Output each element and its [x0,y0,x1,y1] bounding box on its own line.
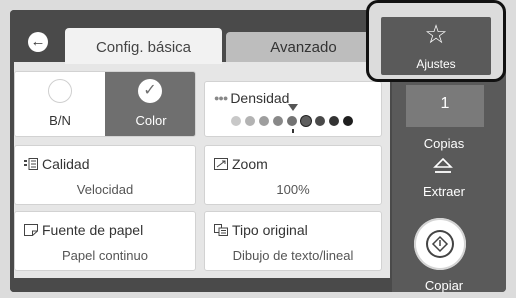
check-icon: ✓ [138,79,162,103]
back-button[interactable]: ← [28,32,48,52]
original-type-title: Tipo original [232,222,308,238]
tab-advanced[interactable]: Avanzado [226,32,381,64]
eject-label[interactable]: Extraer [382,184,506,199]
paper-source-title: Fuente de papel [42,222,144,238]
zoom-value: 100% [276,182,310,197]
quality-icon [24,158,38,170]
bw-label: B/N [49,113,71,128]
quality-title-row: Calidad [24,156,89,172]
original-type-button[interactable]: Tipo original Dibujo de texto/lineal [204,211,382,271]
original-type-title-row: Tipo original [214,222,308,238]
original-type-icon [214,224,228,236]
density-level-dot [343,116,353,126]
density-level-dot [315,116,325,126]
quality-title: Calidad [42,156,90,172]
start-icon [426,230,454,258]
eject-icon[interactable] [433,158,453,174]
bottom-strip [10,278,392,292]
zoom-button[interactable]: Zoom 100% [204,145,382,205]
density-level-dot [329,116,339,126]
color-mode-selector: B/N ✓ Color [14,71,196,137]
quality-button[interactable]: Calidad Velocidad [14,145,196,205]
color-option[interactable]: ✓ Color [105,72,195,136]
density-tick [292,129,294,133]
density-level-dot [231,116,241,126]
zoom-title: Zoom [232,156,268,172]
density-scale [231,114,361,126]
quality-value: Velocidad [76,182,134,197]
tab-basic-settings[interactable]: Config. básica [65,28,222,64]
copy-button[interactable] [414,218,466,270]
density-title: Densidad [230,90,290,106]
original-type-value: Dibujo de texto/lineal [232,248,354,263]
density-button[interactable]: ●●● Densidad [204,81,382,137]
density-level-dot [245,116,255,126]
settings-button[interactable]: ☆ Ajustes [381,17,491,75]
settings-highlight: ☆ Ajustes [366,0,506,82]
copy-label: Copiar [424,278,464,293]
paper-source-value: Papel continuo [61,248,148,263]
density-title-row: ●●● Densidad [214,90,289,106]
radio-unselected-icon [48,79,72,103]
zoom-icon [214,158,228,170]
density-level-dot [273,116,283,126]
density-level-dot [301,116,311,126]
color-label: Color [135,113,167,128]
density-marker-icon [288,104,298,111]
paper-source-icon [24,224,38,236]
settings-label: Ajustes [416,57,456,71]
copies-count-field[interactable]: 1 [406,85,484,127]
paper-source-title-row: Fuente de papel [24,222,143,238]
back-arrow-icon: ← [30,33,46,50]
bw-option[interactable]: B/N [15,72,105,136]
density-level-dot [287,116,297,126]
density-level-dot [259,116,269,126]
density-icon: ●●● [214,93,228,103]
diamond-icon [431,235,449,253]
copies-label: Copias [423,136,465,151]
star-icon: ☆ [424,19,448,49]
zoom-title-row: Zoom [214,156,268,172]
paper-source-button[interactable]: Fuente de papel Papel continuo [14,211,196,271]
